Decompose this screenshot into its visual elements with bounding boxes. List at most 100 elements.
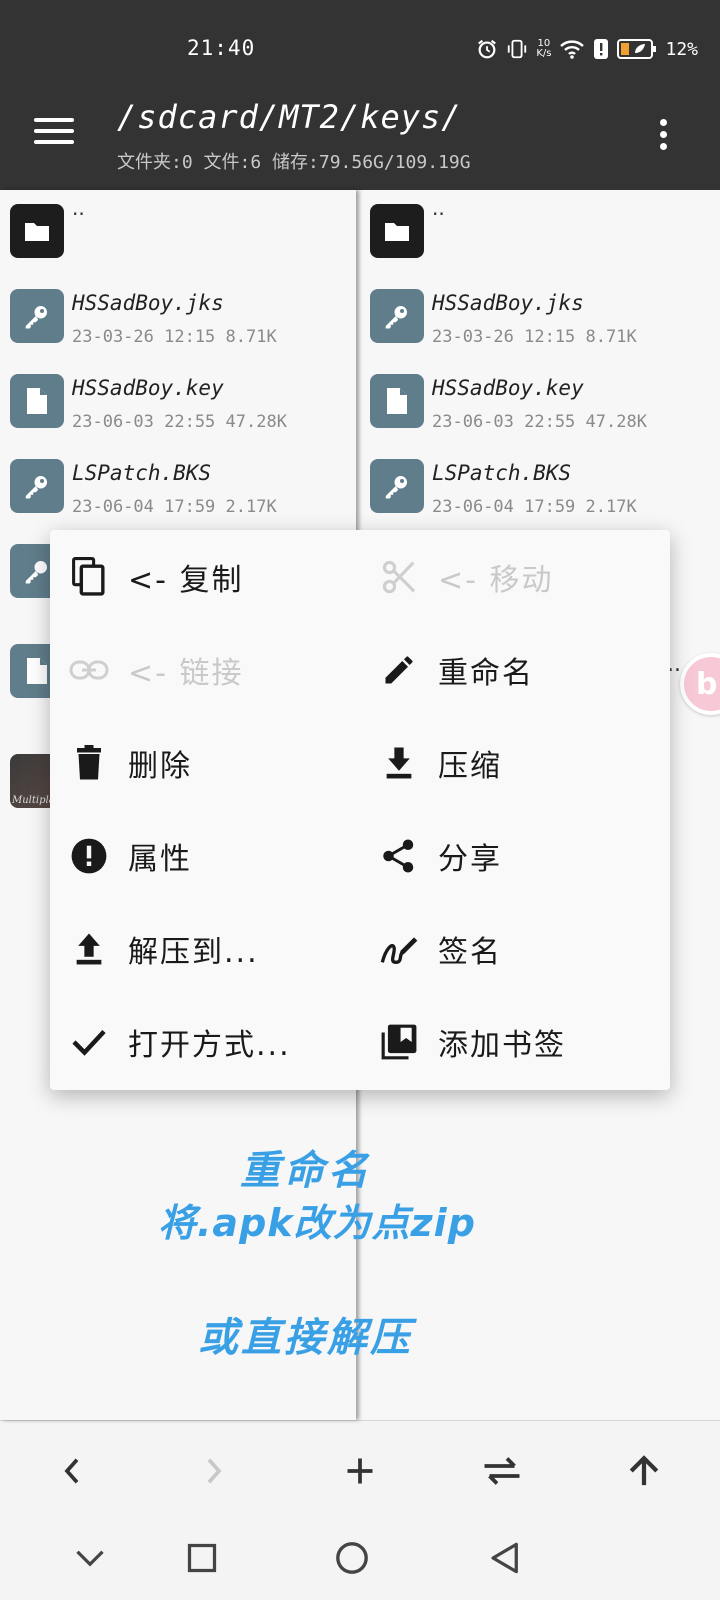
thumbnail-label: Multipla (12, 795, 55, 806)
file-icon (370, 374, 424, 428)
file-name: LSPatch.BKS (432, 461, 572, 485)
trash-icon (68, 742, 110, 784)
file-name: .. (432, 196, 445, 220)
file-name: HSSadBoy.key (72, 376, 224, 400)
file-row[interactable]: HSSadBoy.jks 23-03-26 12:15 8.71K (0, 275, 356, 360)
menu-item-move[interactable]: <- 移动 (360, 530, 660, 623)
menu-label: 打开方式... (128, 1027, 291, 1063)
key-icon (370, 289, 424, 343)
menu-label: 压缩 (438, 748, 502, 784)
path-info: 文件夹:0 文件:6 储存:79.56G/109.19G (117, 152, 471, 173)
file-name: .. (72, 196, 85, 220)
menu-label: 添加书签 (438, 1027, 566, 1063)
key-icon (370, 459, 424, 513)
menu-label: 删除 (128, 748, 192, 784)
menu-label: <- 链接 (128, 655, 244, 691)
battery-icon (617, 38, 657, 60)
file-row[interactable]: HSSadBoy.jks 23-03-26 12:15 8.71K (360, 275, 720, 360)
file-meta: 23-06-04 17:59 2.17K (72, 497, 277, 517)
menu-item-share[interactable]: 分享 (360, 809, 660, 902)
file-row[interactable]: LSPatch.BKS 23-06-04 17:59 2.17K (360, 445, 720, 530)
file-row[interactable]: HSSadBoy.key 23-06-03 22:55 47.28K (360, 360, 720, 445)
file-meta: 23-06-03 22:55 47.28K (432, 412, 647, 432)
file-name: HSSadBoy.jks (72, 291, 224, 315)
file-row[interactable]: LSPatch.BKS 23-06-04 17:59 2.17K (0, 445, 356, 530)
folder-icon (10, 204, 64, 258)
menu-item-link[interactable]: <- 链接 (50, 623, 350, 716)
floating-bubble-glyph: b (696, 667, 718, 702)
share-icon (378, 835, 420, 877)
menu-item-rename[interactable]: 重命名 (360, 623, 660, 716)
menu-label: 属性 (128, 841, 192, 877)
menu-item-copy[interactable]: <- 复制 (50, 530, 350, 623)
alarm-icon (476, 38, 498, 60)
bookmarks-icon (378, 1021, 420, 1063)
menu-label: 签名 (438, 934, 502, 970)
wifi-icon (559, 38, 585, 60)
back-triangle-icon[interactable] (482, 1536, 526, 1580)
menu-label: 重命名 (438, 655, 534, 691)
download-icon (378, 742, 420, 784)
pencil-icon (378, 649, 420, 691)
file-name: HSSadBoy.key (432, 376, 584, 400)
menu-item-properties[interactable]: 属性 (50, 809, 350, 902)
annotation-line-1: 重命名 (240, 1148, 372, 1194)
app-bar: 21:40 10 K/s 12% /sdcard/MT2/keys/ 文件夹:0 … (0, 0, 720, 190)
menu-item-compress[interactable]: 压缩 (360, 716, 660, 809)
file-row-parent[interactable]: .. (0, 190, 356, 275)
net-speed: 10 K/s (536, 39, 551, 59)
file-meta: 23-06-04 17:59 2.17K (432, 497, 637, 517)
chevron-down-icon[interactable] (68, 1536, 112, 1580)
alert-icon (593, 38, 609, 60)
forward-arrow-icon[interactable] (192, 1449, 236, 1493)
copy-icon (68, 556, 110, 598)
key-icon (10, 459, 64, 513)
key-icon (10, 289, 64, 343)
file-icon (10, 374, 64, 428)
check-icon (68, 1021, 110, 1063)
status-icons: 10 K/s 12% (476, 38, 698, 60)
status-bar: 21:40 10 K/s 12% (0, 36, 720, 68)
context-menu: <- 复制 <- 移动 <- 链接 重命名 删除 压缩 属性 分享 解压到...… (50, 530, 670, 1090)
current-path: /sdcard/MT2/keys/ (117, 98, 462, 136)
menu-label: 分享 (438, 841, 502, 877)
file-meta: 23-06-03 22:55 47.28K (72, 412, 287, 432)
home-circle-icon[interactable] (330, 1536, 374, 1580)
folder-icon (370, 204, 424, 258)
menu-label: 解压到... (128, 934, 259, 970)
upload-icon (68, 928, 110, 970)
vibrate-icon (506, 38, 528, 60)
menu-item-delete[interactable]: 删除 (50, 716, 350, 809)
status-time: 21:40 (187, 36, 256, 60)
more-options-icon[interactable] (660, 119, 668, 151)
back-arrow-icon[interactable] (50, 1449, 94, 1493)
menu-item-sign[interactable]: 签名 (360, 902, 660, 995)
annotation-line-3: 或直接解压 (198, 1315, 413, 1361)
file-meta: 23-03-26 12:15 8.71K (72, 327, 277, 347)
hamburger-menu-icon[interactable] (34, 118, 74, 150)
floating-bubble[interactable]: b (680, 653, 720, 715)
swap-panes-icon[interactable] (480, 1449, 524, 1493)
signature-icon (378, 928, 420, 970)
add-icon[interactable] (338, 1449, 382, 1493)
file-row-parent[interactable]: .. (360, 190, 720, 275)
file-name: LSPatch.BKS (72, 461, 212, 485)
battery-percent: 12% (665, 38, 698, 60)
menu-item-open-with[interactable]: 打开方式... (50, 995, 350, 1088)
menu-label: <- 复制 (128, 562, 244, 598)
menu-item-add-bookmark[interactable]: 添加书签 (360, 995, 660, 1088)
recents-square-icon[interactable] (180, 1536, 224, 1580)
menu-label: <- 移动 (438, 562, 554, 598)
bottom-toolbar (0, 1420, 720, 1520)
link-icon (68, 649, 110, 691)
scissors-icon (378, 556, 420, 598)
annotation-line-2: 将.apk改为点zip (158, 1201, 476, 1245)
net-speed-unit: K/s (536, 48, 552, 59)
info-alert-icon (68, 835, 110, 877)
menu-item-extract-to[interactable]: 解压到... (50, 902, 350, 995)
file-name: HSSadBoy.jks (432, 291, 584, 315)
file-row[interactable]: HSSadBoy.key 23-06-03 22:55 47.28K (0, 360, 356, 445)
up-arrow-icon[interactable] (622, 1449, 666, 1493)
system-nav-bar (0, 1520, 720, 1600)
file-meta: 23-03-26 12:15 8.71K (432, 327, 637, 347)
